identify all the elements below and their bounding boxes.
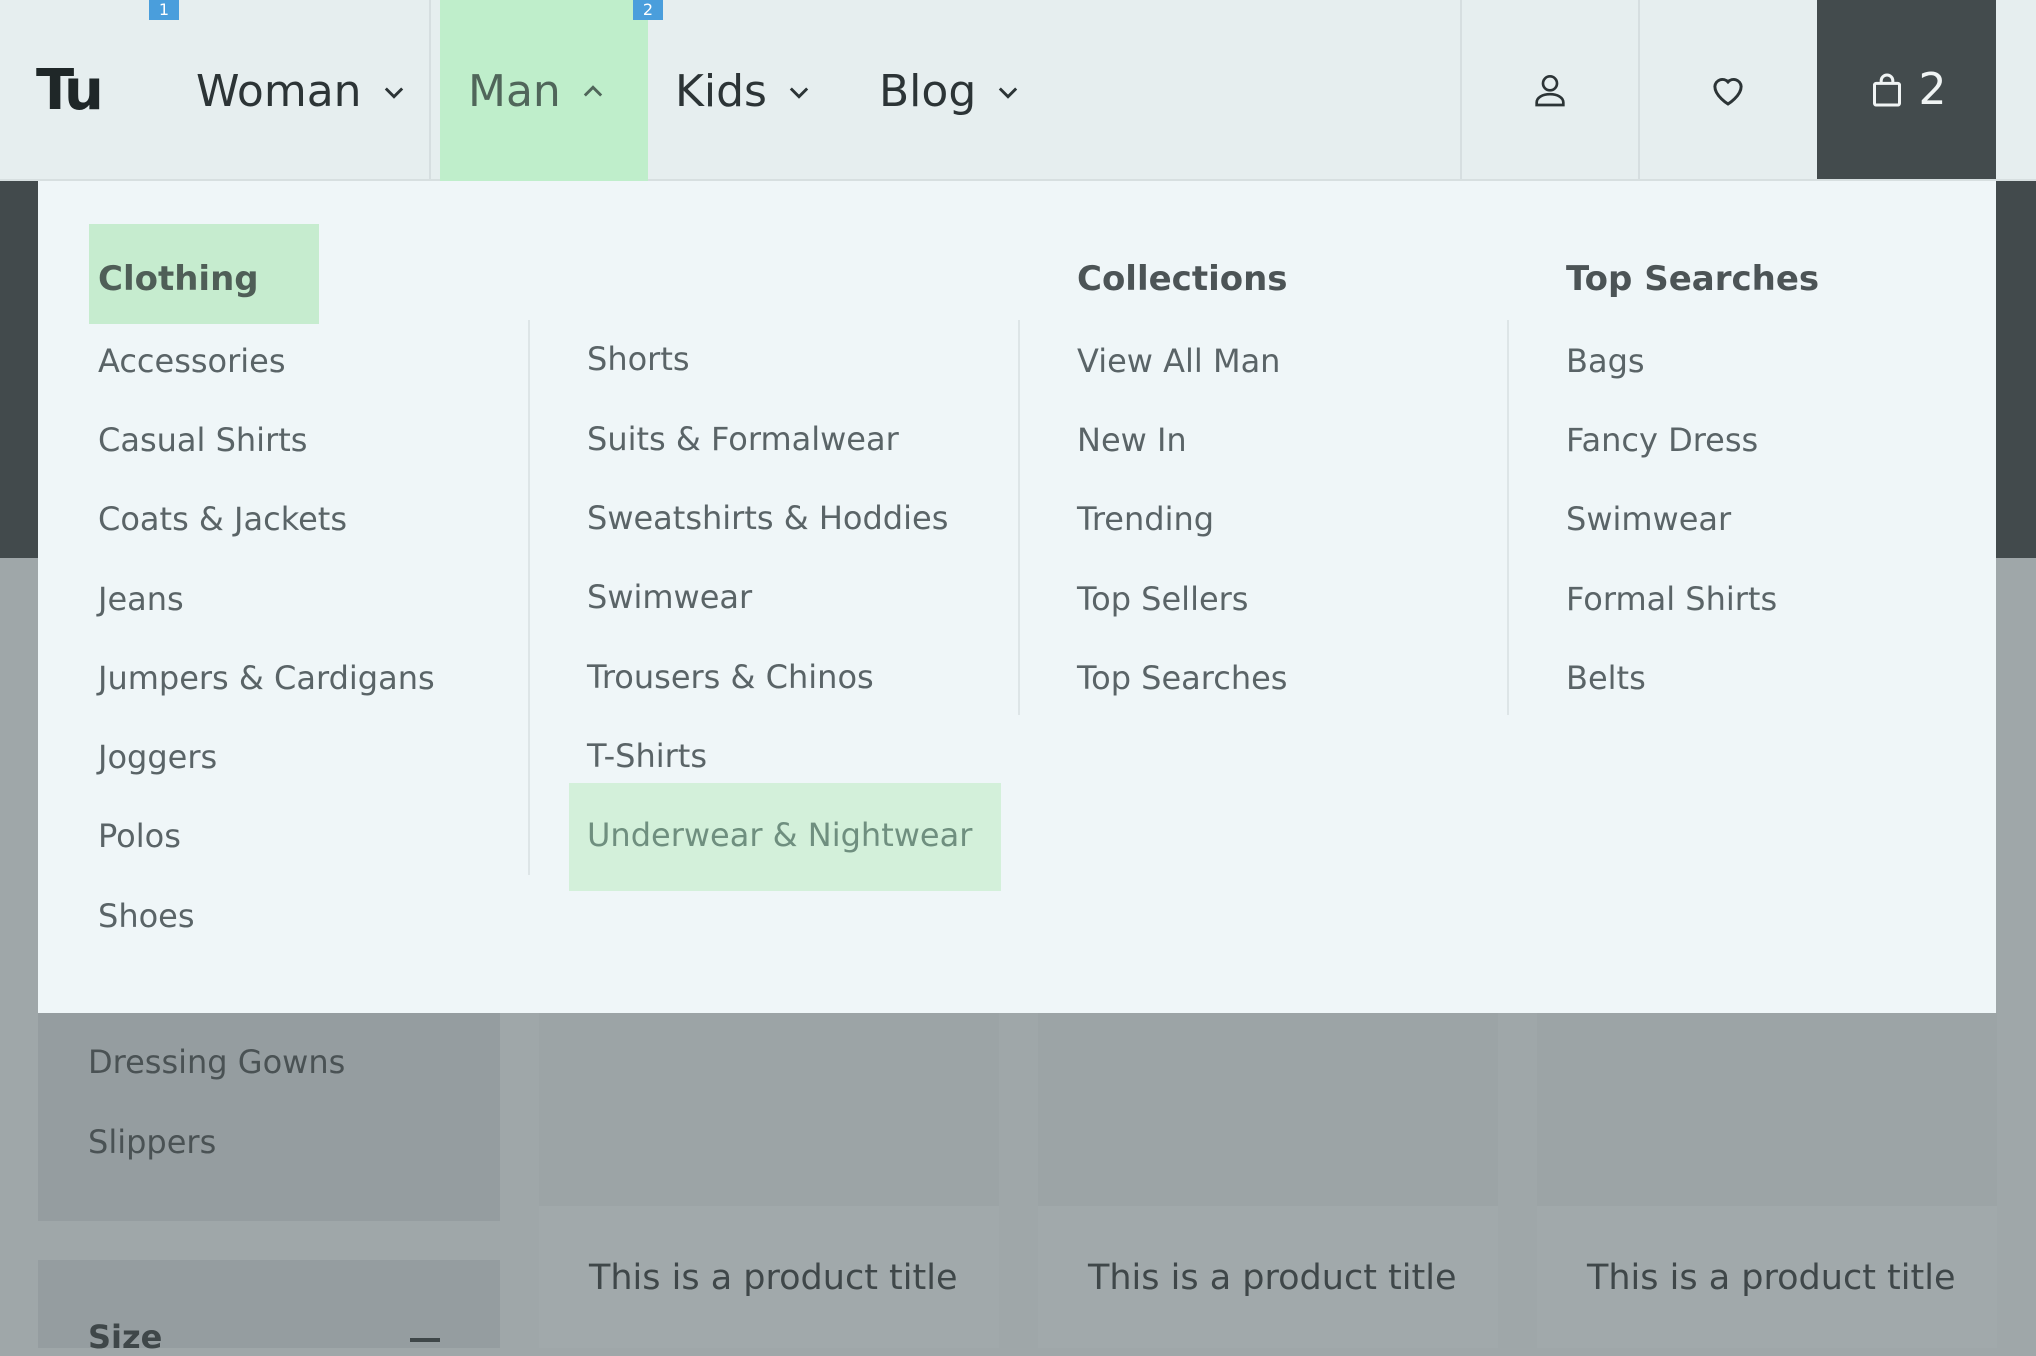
menu-link[interactable]: Formal Shirts bbox=[1566, 580, 1777, 618]
nav-label: Man bbox=[468, 66, 561, 117]
menu-link[interactable]: Joggers bbox=[98, 738, 217, 776]
product-card[interactable]: This is a product title bbox=[1537, 1013, 1997, 1348]
menu-link-active[interactable]: Underwear & Nightwear bbox=[587, 816, 972, 854]
menu-link[interactable]: Swimwear bbox=[587, 578, 752, 616]
product-card[interactable]: This is a product title bbox=[539, 1013, 999, 1348]
product-image[interactable] bbox=[1038, 1013, 1498, 1206]
nav-item-man[interactable]: Man bbox=[468, 66, 607, 117]
size-filter-title[interactable]: Size bbox=[88, 1318, 162, 1356]
user-icon bbox=[1535, 74, 1565, 106]
account-button[interactable] bbox=[1462, 0, 1638, 179]
product-title[interactable]: This is a product title bbox=[1088, 1258, 1456, 1298]
menu-link[interactable]: Shoes bbox=[98, 897, 195, 935]
product-title[interactable]: This is a product title bbox=[589, 1258, 957, 1298]
menu-link[interactable]: Jumpers & Cardigans bbox=[98, 659, 435, 697]
column-divider bbox=[1507, 320, 1509, 715]
nav-item-blog[interactable]: Blog bbox=[879, 66, 1022, 117]
product-image[interactable] bbox=[1537, 1013, 1997, 1206]
column-divider bbox=[528, 320, 530, 875]
logo[interactable]: Tu bbox=[36, 58, 104, 123]
step-marker-1: 1 bbox=[149, 0, 179, 20]
menu-link[interactable]: Accessories bbox=[98, 342, 286, 380]
menu-link[interactable]: View All Man bbox=[1077, 342, 1280, 380]
step-marker-2: 2 bbox=[633, 0, 663, 20]
overlay-strip bbox=[0, 181, 38, 558]
menu-link[interactable]: Top Searches bbox=[1077, 659, 1287, 697]
menu-link[interactable]: Suits & Formalwear bbox=[587, 420, 899, 458]
nav-label: Woman bbox=[196, 66, 362, 117]
nav-item-woman[interactable]: Woman bbox=[196, 66, 408, 117]
menu-link[interactable]: Bags bbox=[1566, 342, 1645, 380]
menu-link[interactable]: New In bbox=[1077, 421, 1187, 459]
menu-link[interactable]: Sweatshirts & Hoddies bbox=[587, 499, 948, 537]
column-divider bbox=[1018, 320, 1020, 715]
menu-link[interactable]: Swimwear bbox=[1566, 500, 1731, 538]
nav-label: Kids bbox=[675, 66, 767, 117]
filter-link-dressing-gowns[interactable]: Dressing Gowns bbox=[88, 1043, 345, 1081]
menu-link[interactable]: Jeans bbox=[98, 580, 184, 618]
menu-link[interactable]: T-Shirts bbox=[587, 737, 707, 775]
nav-label: Blog bbox=[879, 66, 977, 117]
chevron-up-icon bbox=[583, 84, 603, 97]
menu-link[interactable]: Fancy Dress bbox=[1566, 421, 1758, 459]
cart-count: 2 bbox=[1918, 64, 1947, 115]
filter-card: Dressing Gowns Slippers bbox=[38, 1013, 500, 1221]
menu-link[interactable]: Belts bbox=[1566, 659, 1646, 697]
chevron-down-icon bbox=[384, 86, 403, 99]
menu-heading-top-searches[interactable]: Top Searches bbox=[1566, 259, 1819, 299]
chevron-down-icon bbox=[789, 86, 809, 99]
menu-link[interactable]: Trending bbox=[1077, 500, 1214, 538]
menu-link[interactable]: Coats & Jackets bbox=[98, 500, 347, 538]
cart-button[interactable]: 2 bbox=[1817, 0, 1996, 179]
menu-link[interactable]: Casual Shirts bbox=[98, 421, 307, 459]
menu-heading-clothing[interactable]: Clothing bbox=[98, 259, 259, 299]
product-card[interactable]: This is a product title bbox=[1038, 1013, 1498, 1348]
product-image[interactable] bbox=[539, 1013, 999, 1206]
menu-link[interactable]: Polos bbox=[98, 817, 181, 855]
filter-link-slippers[interactable]: Slippers bbox=[88, 1123, 216, 1161]
menu-link[interactable]: Shorts bbox=[587, 340, 690, 378]
wishlist-button[interactable] bbox=[1640, 0, 1816, 179]
menu-link[interactable]: Top Sellers bbox=[1077, 580, 1248, 618]
nav-divider bbox=[429, 0, 431, 179]
scrollbar[interactable] bbox=[1996, 181, 2036, 558]
heart-icon bbox=[1713, 77, 1743, 106]
menu-heading-collections[interactable]: Collections bbox=[1077, 259, 1288, 299]
collapse-minus-icon[interactable] bbox=[410, 1338, 440, 1342]
menu-link[interactable]: Trousers & Chinos bbox=[587, 658, 874, 696]
bag-icon bbox=[1872, 73, 1901, 106]
chevron-down-icon bbox=[999, 86, 1018, 99]
nav-item-kids[interactable]: Kids bbox=[675, 66, 813, 117]
product-title[interactable]: This is a product title bbox=[1587, 1258, 1955, 1298]
